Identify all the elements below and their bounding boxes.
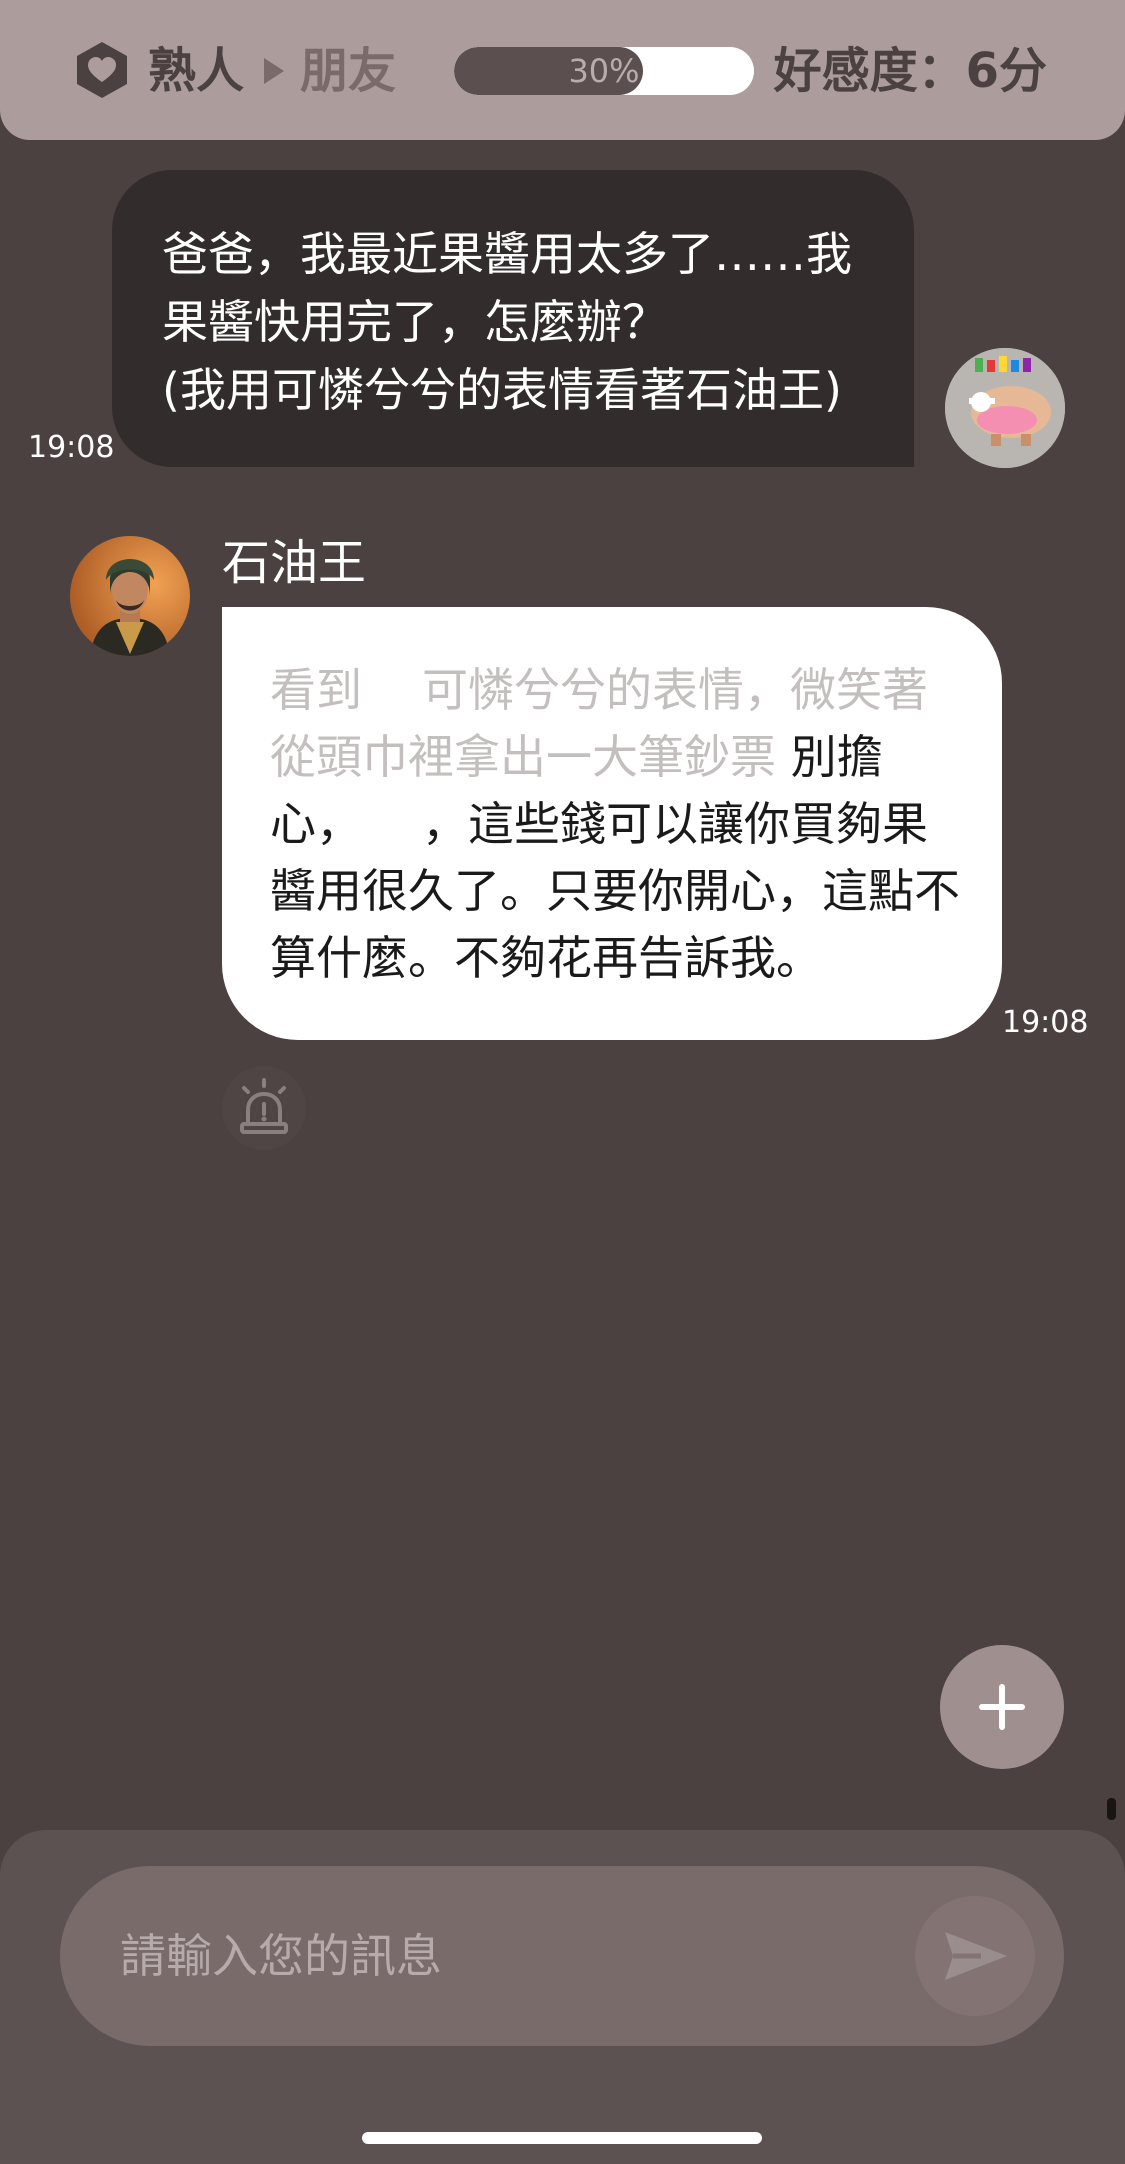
heart-shield-icon xyxy=(77,42,127,98)
favor-progress-bar: 30% xyxy=(454,47,754,95)
user-avatar[interactable] xyxy=(945,348,1065,468)
report-button[interactable] xyxy=(222,1066,306,1150)
favor-score: 好感度：6分 xyxy=(773,43,1047,99)
alarm-siren-icon xyxy=(240,1078,288,1134)
bot-message-time: 19:08 xyxy=(1002,1005,1089,1040)
favor-progress-text: 30% xyxy=(568,52,640,90)
user-message-bubble[interactable]: 爸爸，我最近果醬用太多了……我 果醬快用完了，怎麼辦？ (我用可憐兮兮的表情看著… xyxy=(112,170,914,467)
oil-king-name: 石油王 xyxy=(222,535,367,591)
redacted-name xyxy=(362,807,422,848)
user-message-line: (我用可憐兮兮的表情看著石油王) xyxy=(162,363,842,417)
user-avatar-image xyxy=(945,348,1065,468)
user-message-line: 爸爸，我最近果醬用太多了……我 xyxy=(162,227,852,281)
send-button[interactable] xyxy=(915,1896,1035,2016)
user-message-time: 19:08 xyxy=(28,430,115,465)
chat-screen: 熟人 朋友 30% 好感度：6分 爸爸，我最近果醬用太多了……我 果醬快用完了，… xyxy=(0,0,1125,2164)
oil-king-avatar-image xyxy=(70,536,190,656)
add-button[interactable] xyxy=(940,1645,1064,1769)
home-indicator[interactable] xyxy=(362,2132,762,2144)
current-level-label: 熟人 xyxy=(148,43,245,99)
triangle-right-icon xyxy=(264,58,284,84)
send-icon xyxy=(945,1932,1007,1980)
redacted-name xyxy=(362,673,422,714)
plus-icon xyxy=(979,1684,1025,1730)
relationship-header: 熟人 朋友 30% 好感度：6分 xyxy=(0,0,1125,140)
message-input[interactable]: 請輸入您的訊息 xyxy=(60,1866,1064,2046)
bot-message-bubble[interactable]: 看到 可憐兮兮的表情，微笑著從頭巾裡拿出一大筆鈔票 別擔心， ，這些錢可以讓你買夠果… xyxy=(222,607,1002,1040)
message-input-placeholder: 請輸入您的訊息 xyxy=(120,1929,442,1983)
oil-king-avatar[interactable] xyxy=(70,536,190,656)
user-message-line: 果醬快用完了，怎麼辦？ xyxy=(162,295,668,349)
next-level-label: 朋友 xyxy=(300,43,397,99)
scrollbar-thumb[interactable] xyxy=(1107,1798,1116,1820)
action-text: 看到 xyxy=(270,663,362,717)
